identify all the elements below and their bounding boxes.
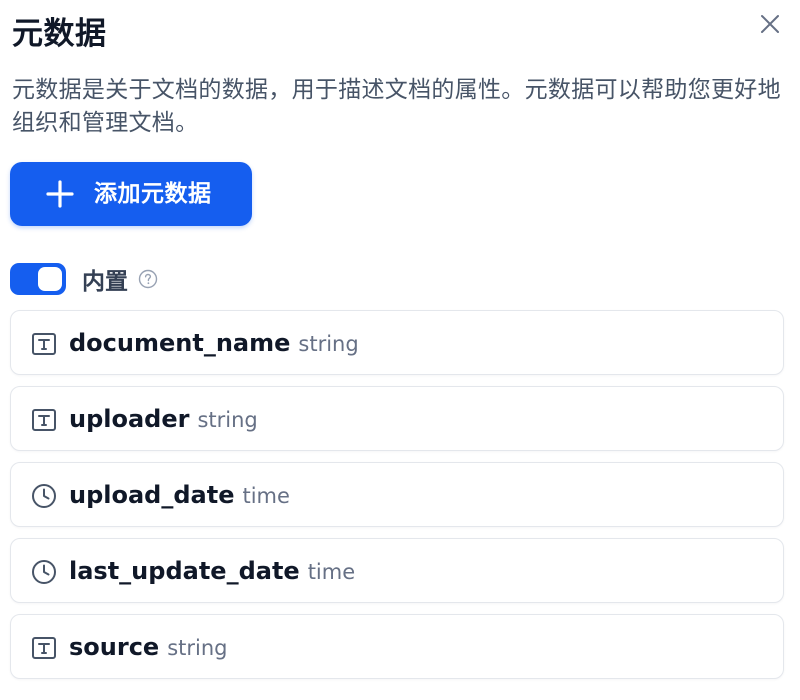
- metadata-item-last-update-date[interactable]: last_update_date time: [10, 538, 784, 603]
- metadata-item-uploader[interactable]: uploader string: [10, 386, 784, 451]
- toggle-knob: [38, 267, 62, 291]
- metadata-item-source[interactable]: source string: [10, 614, 784, 679]
- close-button[interactable]: [752, 8, 788, 44]
- metadata-name: source: [69, 633, 160, 661]
- question-circle-icon[interactable]: [138, 269, 158, 289]
- metadata-type: string: [197, 408, 258, 432]
- clock-icon: [31, 559, 57, 585]
- plus-icon: [46, 180, 74, 208]
- metadata-type: time: [307, 560, 356, 584]
- panel-title: 元数据: [12, 16, 107, 52]
- metadata-item-upload-date[interactable]: upload_date time: [10, 462, 784, 527]
- metadata-type: string: [298, 332, 359, 356]
- panel-description: 元数据是关于文档的数据，用于描述文档的属性。元数据可以帮助您更好地组织和管理文档…: [12, 77, 781, 136]
- metadata-name: document_name: [69, 329, 291, 357]
- metadata-item-document-name[interactable]: document_name string: [10, 310, 784, 375]
- metadata-type: time: [242, 484, 290, 508]
- text-type-icon: [31, 331, 57, 357]
- metadata-list: document_name string uploader string upl…: [10, 310, 786, 690]
- metadata-name: last_update_date: [69, 557, 300, 585]
- builtin-toggle[interactable]: [10, 263, 66, 295]
- metadata-name: upload_date: [69, 481, 235, 509]
- close-icon: [759, 13, 781, 39]
- metadata-type: string: [167, 636, 228, 660]
- builtin-section-header: 内置: [10, 262, 158, 296]
- metadata-name: uploader: [69, 405, 190, 433]
- metadata-panel: 元数据 元数据是关于文档的数据，用于描述文档的属性。元数据可以帮助您更好地组织和…: [0, 0, 800, 700]
- text-type-icon: [31, 635, 57, 661]
- add-metadata-button[interactable]: 添加元数据: [10, 162, 252, 226]
- text-type-icon: [31, 407, 57, 433]
- clock-icon: [31, 483, 57, 509]
- add-metadata-label: 添加元数据: [94, 181, 212, 207]
- builtin-label: 内置: [82, 269, 128, 295]
